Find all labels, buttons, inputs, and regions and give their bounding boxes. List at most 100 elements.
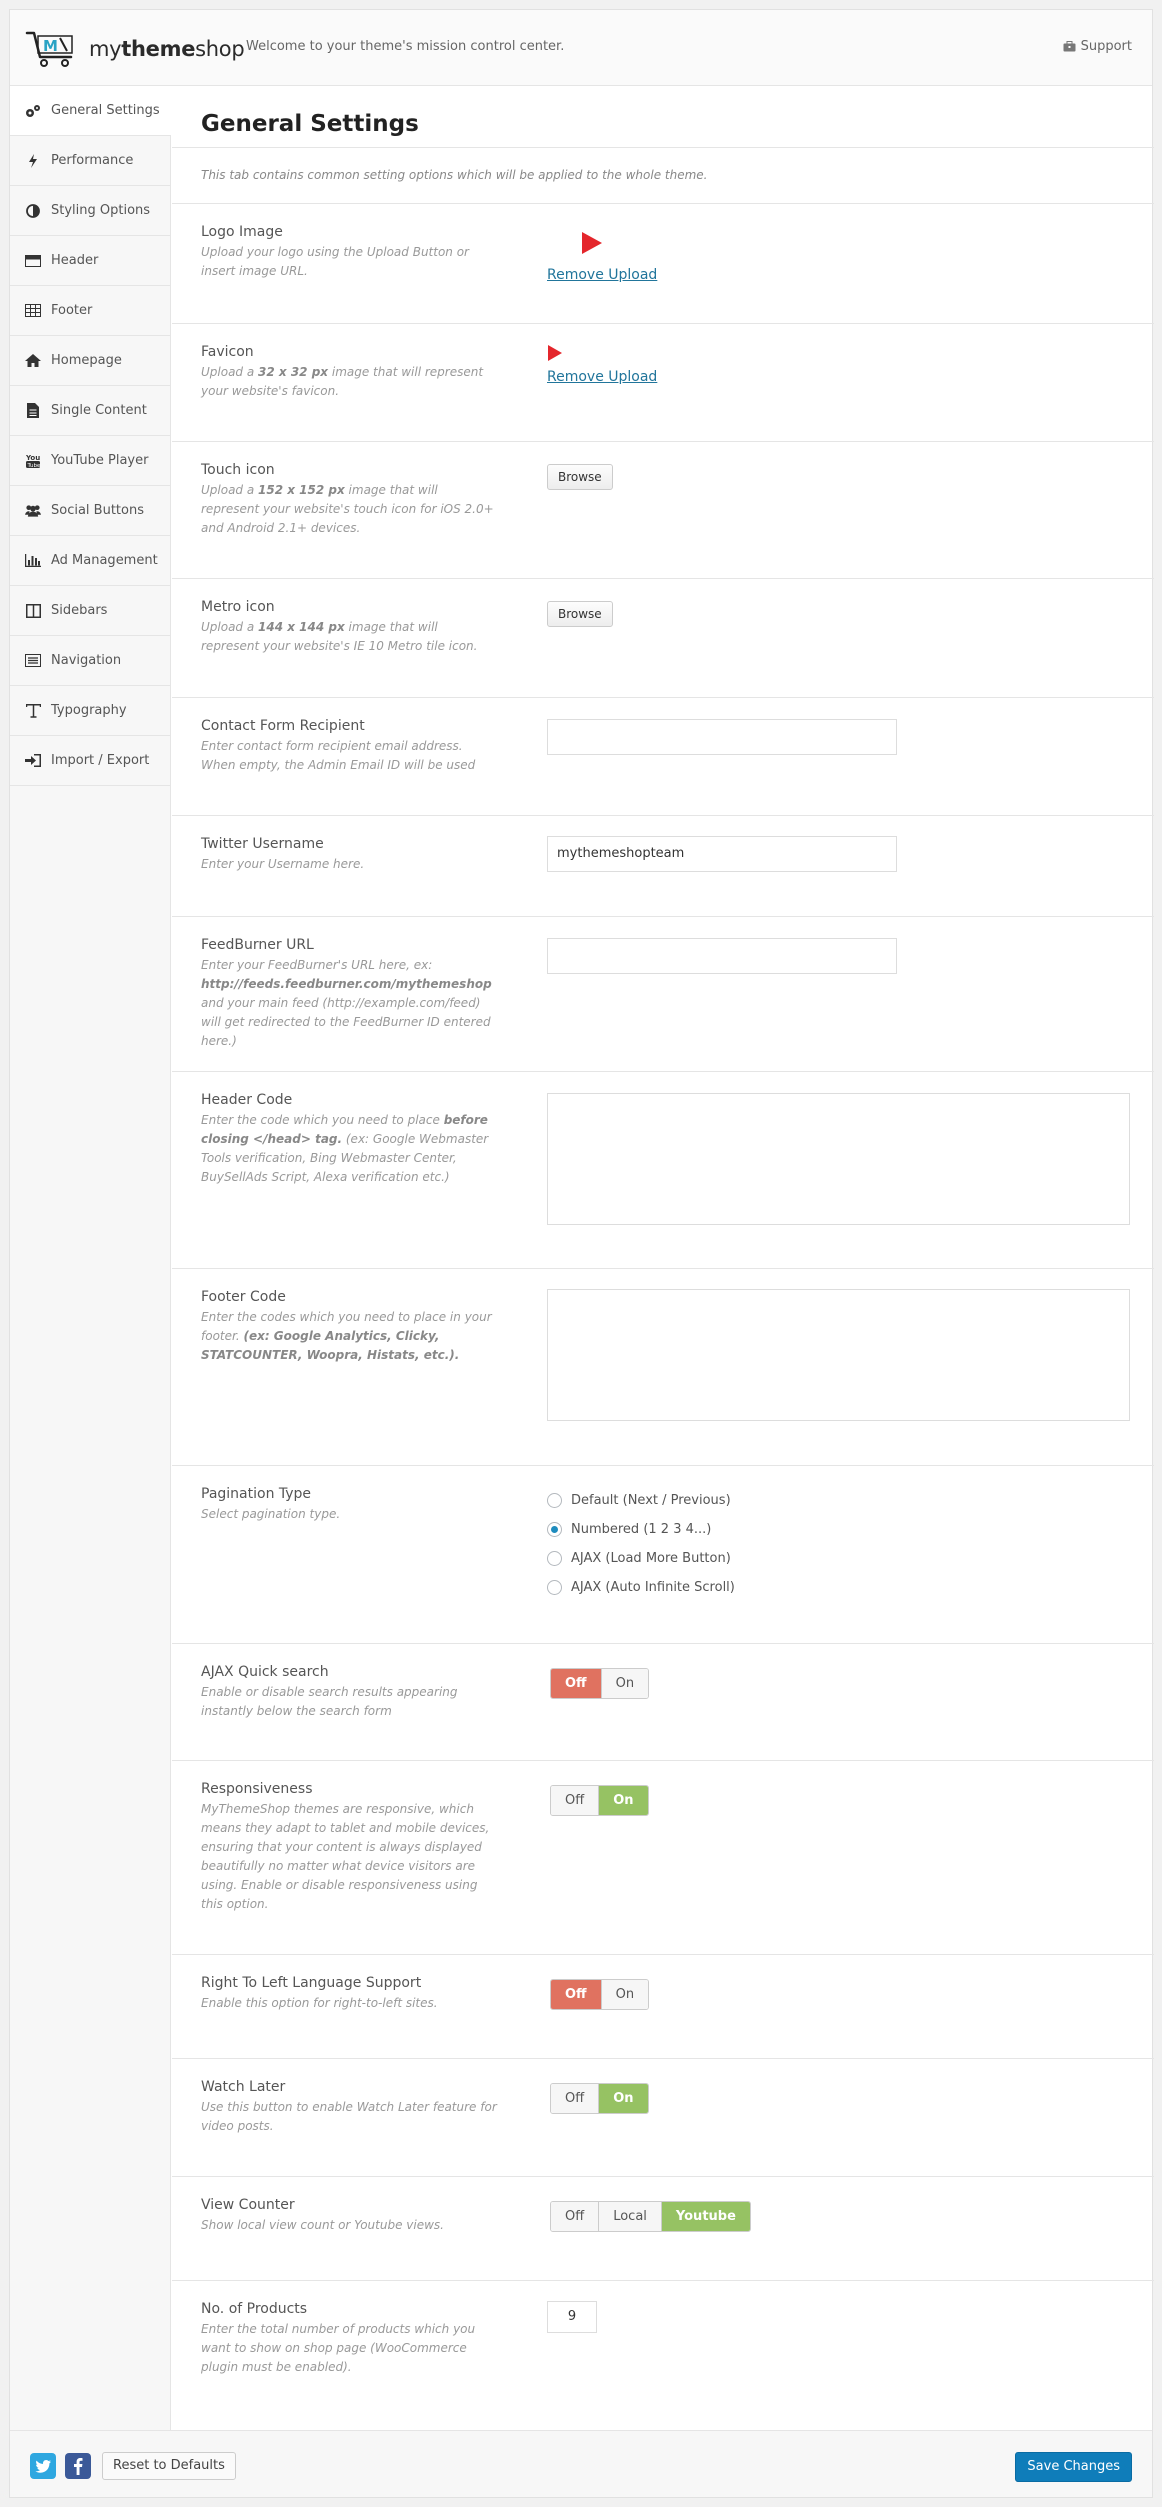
brand-wordmark: mythemeshop	[89, 37, 245, 61]
row-title: AJAX Quick search	[201, 1664, 329, 1680]
radio-button[interactable]	[547, 1493, 562, 1508]
sidebar-item-social-buttons[interactable]: Social Buttons	[10, 486, 170, 536]
sidebar-item-label: Performance	[51, 153, 134, 168]
sidebar-item-homepage[interactable]: Homepage	[10, 336, 170, 386]
sidebar-item-ad-management[interactable]: Ad Management	[10, 536, 170, 586]
favicon-remove-upload-link[interactable]: Remove Upload	[547, 369, 657, 385]
sidebar-item-typography[interactable]: Typography	[10, 686, 170, 736]
responsiveness-toggle[interactable]: Off On	[550, 1785, 649, 1816]
row-description: Enable this option for right-to-left sit…	[201, 1996, 438, 2010]
toggle-off-option[interactable]: Off	[551, 2084, 600, 2113]
row-title: No. of Products	[201, 2301, 308, 2317]
mythemeshop-logo[interactable]: M mythemeshop	[25, 29, 245, 69]
header-code-row: Header Code Enter the code which you nee…	[172, 1072, 1154, 1269]
header-code-textarea[interactable]	[547, 1093, 1130, 1225]
row-description: Enter the total number of products which…	[201, 2322, 476, 2374]
sidebar-item-label: Header	[51, 253, 99, 268]
users-icon	[25, 503, 41, 519]
products-count-input[interactable]: 9	[547, 2301, 597, 2333]
row-title: Favicon	[201, 344, 254, 360]
support-link[interactable]: Support	[1063, 39, 1132, 54]
row-title: Pagination Type	[201, 1486, 312, 1502]
header-tagline: Welcome to your theme's mission control …	[246, 39, 565, 54]
twitter-icon[interactable]	[30, 2453, 56, 2479]
header-icon	[25, 253, 41, 269]
row-title: Responsiveness	[201, 1781, 313, 1797]
sidebar-item-label: Footer	[51, 303, 93, 318]
footer-code-textarea[interactable]	[547, 1289, 1130, 1421]
sidebar-item-header[interactable]: Header	[10, 236, 170, 286]
reset-to-defaults-button[interactable]: Reset to Defaults	[102, 2452, 236, 2480]
pagination-option-ajax-infinite[interactable]: AJAX (Auto Infinite Scroll)	[547, 1573, 735, 1602]
number-of-products-row: No. of Products Enter the total number o…	[172, 2281, 1154, 2426]
sidebar-item-import-export[interactable]: Import / Export	[10, 736, 170, 786]
sidebar-item-single-content[interactable]: Single Content	[10, 386, 170, 436]
ajax-search-toggle[interactable]: Off On	[550, 1668, 650, 1699]
toggle-off-option[interactable]: Off	[551, 2202, 600, 2231]
radio-label: AJAX (Load More Button)	[571, 1551, 731, 1566]
facebook-icon[interactable]	[65, 2453, 91, 2479]
pagination-option-numbered[interactable]: Numbered (1 2 3 4...)	[547, 1515, 735, 1544]
navigation-icon	[25, 653, 41, 669]
row-description: Use this button to enable Watch Later fe…	[201, 2100, 497, 2133]
sidebar-item-styling-options[interactable]: Styling Options	[10, 186, 170, 236]
row-title: Logo Image	[201, 224, 283, 240]
toggle-off-option[interactable]: Off	[551, 1980, 602, 2009]
rtl-support-row: Right To Left Language Support Enable th…	[172, 1955, 1154, 2059]
settings-sidebar: General Settings Performance Styling Opt…	[10, 86, 171, 2432]
row-description: Enter the codes which you need to place …	[201, 1310, 492, 1362]
radio-button[interactable]	[547, 1551, 562, 1566]
row-title: Watch Later	[201, 2079, 286, 2095]
row-description: MyThemeShop themes are responsive, which…	[201, 1802, 490, 1911]
watch-later-toggle[interactable]: Off On	[550, 2083, 649, 2114]
radio-button-selected[interactable]	[547, 1522, 562, 1537]
toggle-off-option[interactable]: Off	[551, 1786, 600, 1815]
sidebar-item-youtube-player[interactable]: You Tube YouTube Player	[10, 436, 170, 486]
rtl-toggle[interactable]: Off On	[550, 1979, 650, 2010]
touch-icon-browse-button[interactable]: Browse	[547, 464, 613, 490]
toggle-on-option[interactable]: On	[599, 2084, 648, 2113]
contact-email-input[interactable]	[547, 719, 897, 755]
sidebar-item-general-settings[interactable]: General Settings	[10, 86, 171, 136]
footer-code-row: Footer Code Enter the codes which you ne…	[172, 1269, 1154, 1466]
typography-icon	[25, 703, 41, 719]
tab-description: This tab contains common setting options…	[172, 148, 1154, 204]
favicon-row: Favicon Upload a 32 x 32 px image that w…	[172, 324, 1154, 442]
row-description: Upload a 32 x 32 px image that will repr…	[201, 365, 484, 398]
touch-icon-row: Touch icon Upload a 152 x 152 px image t…	[172, 442, 1154, 579]
toggle-local-option[interactable]: Local	[599, 2202, 662, 2231]
pagination-option-default[interactable]: Default (Next / Previous)	[547, 1486, 735, 1515]
save-changes-button[interactable]: Save Changes	[1015, 2452, 1132, 2482]
sidebar-item-label: YouTube Player	[51, 453, 149, 468]
sidebar-item-label: Typography	[51, 703, 127, 718]
toggle-youtube-option[interactable]: Youtube	[661, 2202, 750, 2231]
sidebar-item-navigation[interactable]: Navigation	[10, 636, 170, 686]
watch-later-row: Watch Later Use this button to enable Wa…	[172, 2059, 1154, 2177]
metro-icon-browse-button[interactable]: Browse	[547, 601, 613, 627]
twitter-username-input[interactable]: mythemeshopteam	[547, 836, 897, 872]
home-icon	[25, 353, 41, 369]
pagination-option-ajax-load-more[interactable]: AJAX (Load More Button)	[547, 1544, 735, 1573]
sidebar-item-footer[interactable]: Footer	[10, 286, 170, 336]
radio-button[interactable]	[547, 1580, 562, 1595]
sidebar-item-label: Ad Management	[51, 553, 158, 568]
sidebar-item-performance[interactable]: Performance	[10, 136, 170, 186]
sidebar-item-label: Import / Export	[51, 753, 150, 768]
svg-text:Tube: Tube	[27, 463, 41, 468]
gears-icon	[25, 103, 41, 119]
options-footer: Reset to Defaults Save Changes	[10, 2430, 1152, 2497]
sidebar-item-label: Social Buttons	[51, 503, 144, 518]
toggle-on-option[interactable]: On	[601, 1980, 649, 2009]
toggle-on-option[interactable]: On	[599, 1786, 648, 1815]
sidebar-item-label: Single Content	[51, 403, 147, 418]
youtube-icon: You Tube	[25, 453, 41, 469]
toggle-on-option[interactable]: On	[601, 1669, 649, 1698]
row-title: Twitter Username	[201, 836, 324, 852]
feedburner-url-input[interactable]	[547, 938, 897, 974]
view-counter-toggle[interactable]: Off Local Youtube	[550, 2201, 751, 2232]
sidebar-item-label: Sidebars	[51, 603, 108, 618]
document-icon	[25, 403, 41, 419]
logo-remove-upload-link[interactable]: Remove Upload	[547, 267, 657, 283]
sidebar-item-sidebars[interactable]: Sidebars	[10, 586, 170, 636]
toggle-off-option[interactable]: Off	[551, 1669, 602, 1698]
